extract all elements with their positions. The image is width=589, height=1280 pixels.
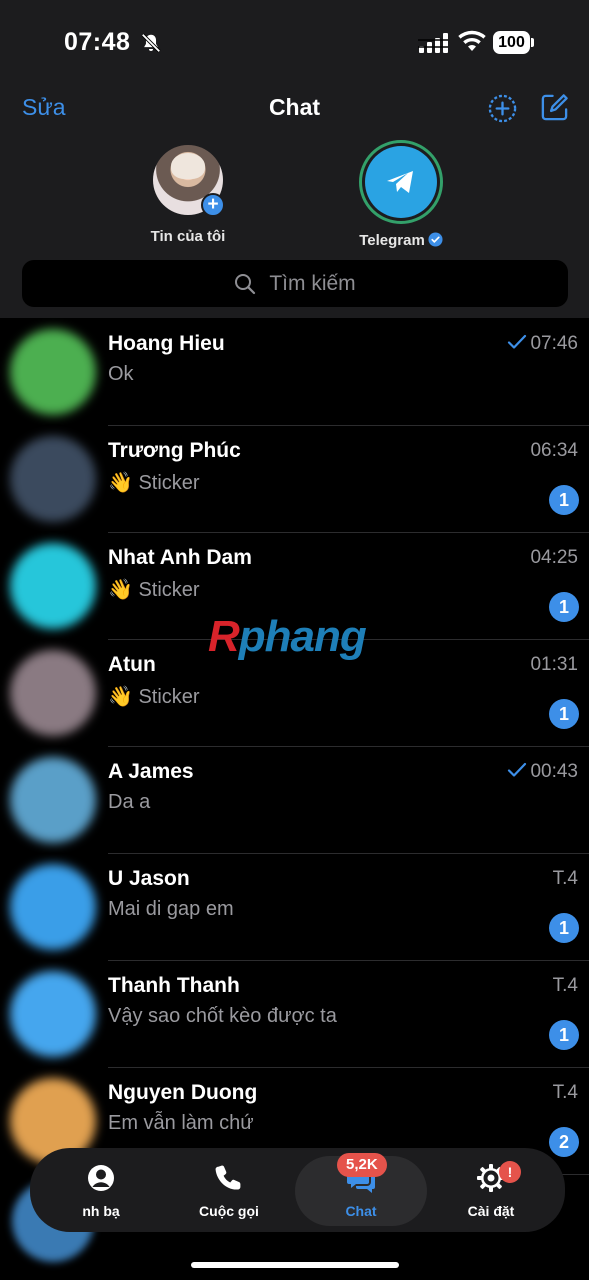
tab-bar: nh bạ Cuộc gọi 5,2K Chat ! Cài đặt xyxy=(30,1148,565,1232)
chat-row[interactable]: Thanh Thanh Vậy sao chốt kèo được ta T.4 1 xyxy=(0,961,589,1068)
wifi-icon xyxy=(458,30,486,51)
watermark-part1: R xyxy=(208,612,240,661)
avatar xyxy=(10,329,96,415)
avatar xyxy=(10,864,96,950)
chat-time: 01:31 xyxy=(530,654,578,676)
new-story-icon[interactable] xyxy=(487,93,518,124)
battery-indicator: 100 xyxy=(493,31,534,54)
chat-row[interactable]: Trương Phúc 👋 Sticker 06:34 1 xyxy=(0,426,589,533)
avatar xyxy=(10,971,96,1057)
chat-row[interactable]: U Jason Mai di gap em T.4 1 xyxy=(0,854,589,961)
unread-badge: 1 xyxy=(549,1020,579,1050)
tab-contacts[interactable]: nh bạ xyxy=(36,1148,166,1232)
paper-plane-icon xyxy=(387,171,413,193)
person-circle-icon xyxy=(88,1165,114,1191)
chat-name: Nhat Anh Dam xyxy=(108,546,252,569)
story-label: Tin của tôi xyxy=(150,228,226,245)
tab-label: Cài đặt xyxy=(467,1203,515,1219)
story-label-text: Telegram xyxy=(359,232,425,249)
phone-icon xyxy=(215,1165,241,1190)
home-indicator xyxy=(191,1262,399,1268)
chat-time-text: 07:46 xyxy=(530,333,578,354)
tab-label: nh bạ xyxy=(82,1203,120,1219)
chat-time: 04:25 xyxy=(530,547,578,569)
avatar xyxy=(10,436,96,522)
tab-calls[interactable]: Cuộc gọi xyxy=(164,1148,294,1232)
my-story-avatar: + xyxy=(153,145,225,217)
avatar xyxy=(10,757,96,843)
tab-label: Chat xyxy=(345,1203,377,1219)
read-check-icon xyxy=(508,762,527,777)
chat-preview: Vậy sao chốt kèo được ta xyxy=(108,1005,337,1027)
chat-time: T.4 xyxy=(553,868,578,890)
chat-row[interactable]: Hoang Hieu Ok 07:46 xyxy=(0,319,589,426)
chat-name: Hoang Hieu xyxy=(108,332,225,355)
settings-alert-badge: ! xyxy=(499,1161,521,1183)
battery-tip xyxy=(531,38,534,47)
chat-name: U Jason xyxy=(108,867,190,890)
chat-time: 06:34 xyxy=(530,440,578,462)
cellular-signal-icon xyxy=(418,33,448,53)
chat-name: A James xyxy=(108,760,194,783)
status-time: 07:48 xyxy=(64,28,131,56)
story-label: Telegram xyxy=(331,232,471,249)
search-input[interactable]: Tìm kiếm xyxy=(22,260,568,307)
chat-preview: 👋 Sticker xyxy=(108,472,200,494)
chat-time-text: 04:25 xyxy=(530,547,578,568)
chat-time-text: T.4 xyxy=(552,975,578,996)
chat-time-text: 06:34 xyxy=(530,440,578,461)
chat-time-text: 01:31 xyxy=(530,654,578,675)
tab-chats[interactable]: 5,2K Chat xyxy=(295,1153,427,1226)
chat-preview: Mai di gap em xyxy=(108,898,234,920)
chat-time: 00:43 xyxy=(507,761,578,783)
unread-badge: 1 xyxy=(549,699,579,729)
chat-time-text: T.4 xyxy=(552,1082,578,1103)
verified-badge-icon xyxy=(428,232,443,247)
watermark-logo: Rphang xyxy=(208,612,367,662)
bell-muted-icon xyxy=(141,33,161,53)
chat-time-text: T.4 xyxy=(552,868,578,889)
battery-level: 100 xyxy=(493,31,530,54)
story-telegram[interactable]: Telegram xyxy=(331,140,471,249)
chat-preview: 👋 Sticker xyxy=(108,579,200,601)
add-story-plus-icon: + xyxy=(201,193,225,217)
chat-preview: 👋 Sticker xyxy=(108,686,200,708)
chat-preview: Em vẫn làm chứ xyxy=(108,1112,254,1134)
chat-time: T.4 xyxy=(553,975,578,997)
compose-icon[interactable] xyxy=(539,92,570,123)
avatar xyxy=(10,650,96,736)
story-ring xyxy=(359,140,443,224)
chat-name: Trương Phúc xyxy=(108,439,241,462)
watermark-part2: phang xyxy=(238,612,367,661)
tab-label: Cuộc gọi xyxy=(199,1203,259,1219)
chat-preview: Da a xyxy=(108,791,151,813)
chat-name: Atun xyxy=(108,653,156,676)
chat-time: 07:46 xyxy=(507,333,578,355)
chat-time: T.4 xyxy=(553,1082,578,1104)
search-icon xyxy=(235,273,256,294)
chats-unread-badge: 5,2K xyxy=(337,1153,387,1177)
story-my-story[interactable]: + Tin của tôi xyxy=(118,140,258,245)
chat-time-text: 00:43 xyxy=(530,761,578,782)
unread-badge: 1 xyxy=(549,913,579,943)
chat-row[interactable]: A James Da a 00:43 xyxy=(0,747,589,854)
search-placeholder: Tìm kiếm xyxy=(269,271,356,295)
chat-list: Hoang Hieu Ok 07:46 Trương Phúc 👋 Sticker 06:… xyxy=(0,319,589,1175)
chat-name: Thanh Thanh xyxy=(108,974,240,997)
unread-badge: 1 xyxy=(549,592,579,622)
tab-settings[interactable]: ! Cài đặt xyxy=(426,1148,556,1232)
read-check-icon xyxy=(508,334,527,349)
avatar xyxy=(10,543,96,629)
telegram-logo-avatar xyxy=(365,146,437,218)
chat-preview: Ok xyxy=(108,363,134,385)
chat-name: Nguyen Duong xyxy=(108,1081,258,1104)
unread-badge: 1 xyxy=(549,485,579,515)
